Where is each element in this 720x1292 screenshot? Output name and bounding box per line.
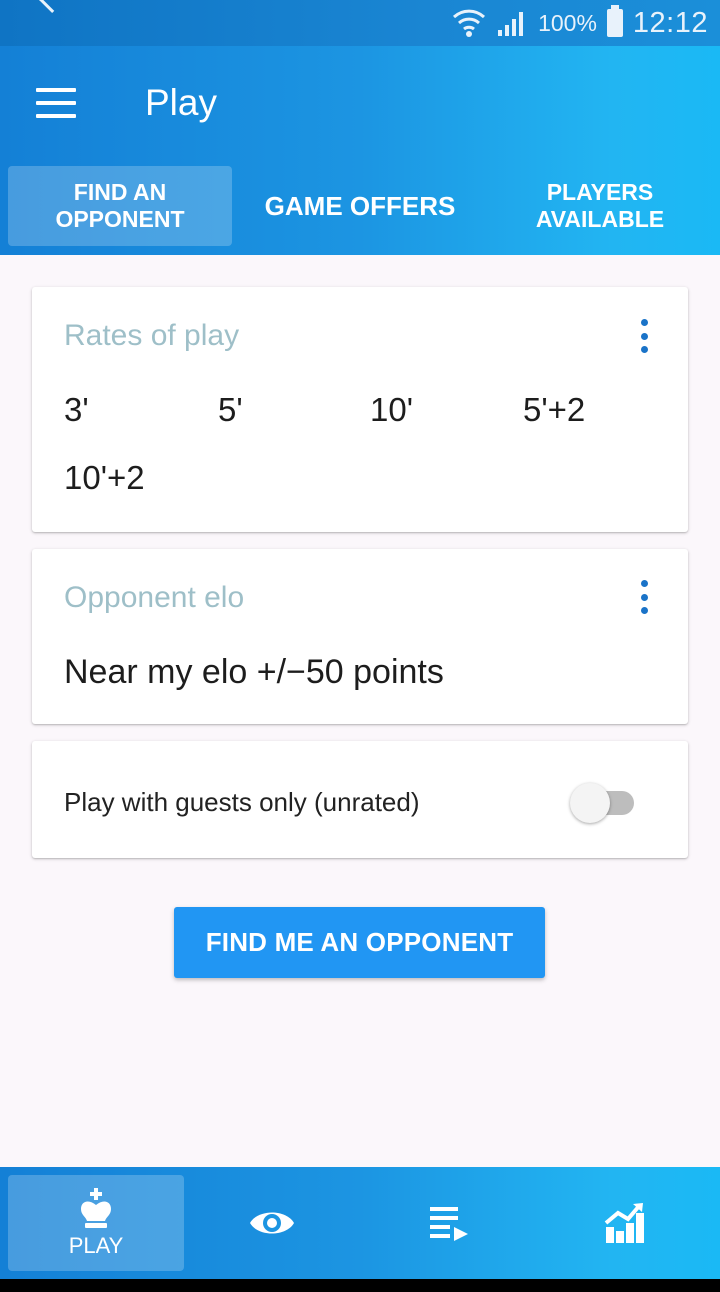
rates-of-play-card: Rates of play 3' 5' 10' 5'+2 10'+2: [32, 287, 688, 532]
nav-playlist[interactable]: [360, 1175, 536, 1271]
tab-label: GAME OFFERS: [264, 190, 456, 221]
tab-bar: FIND AN OPPONENT GAME OFFERS PLAYERS AVA…: [0, 166, 720, 246]
more-options-icon[interactable]: [640, 319, 648, 353]
chess-king-icon: [81, 1188, 111, 1228]
nav-label: PLAY: [68, 1233, 124, 1258]
nav-watch[interactable]: [184, 1175, 360, 1271]
opponent-elo-card: Opponent elo Near my elo +/−50 points: [32, 549, 688, 724]
eye-icon: [250, 1212, 294, 1234]
tab-label-line2: OPPONENT: [55, 206, 185, 232]
tab-game-offers[interactable]: GAME OFFERS: [248, 166, 472, 246]
nav-stats[interactable]: [536, 1175, 712, 1271]
guests-only-card: Play with guests only (unrated): [32, 741, 688, 858]
guests-only-toggle[interactable]: [570, 783, 636, 823]
more-options-icon[interactable]: [640, 580, 648, 614]
clock: 12:12: [632, 6, 708, 39]
tab-players-available[interactable]: PLAYERS AVAILABLE: [488, 166, 712, 246]
nav-play[interactable]: PLAY: [8, 1175, 184, 1271]
rate-option[interactable]: 5'+2: [523, 391, 585, 429]
status-icons: 100% 12:12: [452, 0, 708, 46]
card-title: Rates of play: [64, 319, 240, 352]
wifi-icon: [453, 9, 486, 37]
tab-find-an-opponent[interactable]: FIND AN OPPONENT: [8, 166, 232, 246]
signal-icon: [498, 12, 524, 36]
guests-only-label: Play with guests only (unrated): [64, 787, 420, 817]
page-title: Play: [145, 82, 217, 123]
playlist-play-icon: [430, 1207, 468, 1241]
back-icon[interactable]: [37, 0, 63, 14]
bottom-navigation: PLAY: [0, 1167, 720, 1279]
rate-option[interactable]: 10'+2: [64, 459, 145, 497]
battery-icon: [606, 5, 623, 37]
stats-chart-icon: [604, 1203, 644, 1243]
hamburger-menu-icon[interactable]: [36, 88, 76, 118]
elo-range-value[interactable]: Near my elo +/−50 points: [64, 653, 444, 692]
app-bar: Play FIND AN OPPONENT GAME OFFERS PLAYER…: [0, 46, 720, 255]
tab-label-line2: AVAILABLE: [535, 206, 665, 232]
find-opponent-button[interactable]: FIND ME AN OPPONENT: [174, 907, 545, 978]
battery-percent: 100%: [538, 9, 597, 36]
system-nav-strip: [0, 1279, 720, 1292]
tab-label-line1: PLAYERS: [546, 179, 654, 205]
status-bar: 100% 12:12: [0, 0, 720, 46]
card-title: Opponent elo: [64, 581, 245, 614]
toggle-thumb: [570, 783, 610, 823]
rate-option[interactable]: 5': [218, 391, 243, 429]
rate-option[interactable]: 3': [64, 391, 89, 429]
rate-option[interactable]: 10': [370, 391, 413, 429]
tab-label-line1: FIND AN: [73, 179, 167, 205]
